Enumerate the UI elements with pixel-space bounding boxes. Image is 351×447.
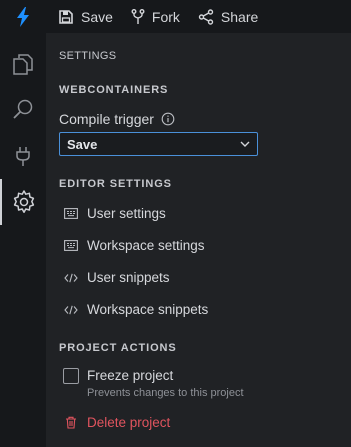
share-label: Share <box>220 8 259 25</box>
workspace-settings-item[interactable]: Workspace settings <box>63 238 205 253</box>
save-label: Save <box>81 8 113 25</box>
workspace-snippets-label: Workspace snippets <box>87 302 209 317</box>
delete-project-label: Delete project <box>87 415 171 430</box>
freeze-project-checkbox[interactable] <box>63 368 79 384</box>
fork-icon <box>131 8 145 24</box>
files-icon <box>13 54 33 75</box>
search-icon <box>13 99 33 119</box>
plug-icon <box>16 147 30 166</box>
workspace-settings-label: Workspace settings <box>87 238 205 253</box>
section-project-actions: PROJECT ACTIONS <box>59 342 177 354</box>
save-icon <box>59 9 73 24</box>
user-snippets-label: User snippets <box>87 270 170 285</box>
workspace-snippets-item[interactable]: Workspace snippets <box>63 302 208 317</box>
section-editor-settings: EDITOR SETTINGS <box>59 178 172 190</box>
share-icon <box>198 8 214 25</box>
lightning-logo-icon[interactable] <box>0 0 46 33</box>
activity-search[interactable] <box>0 87 46 133</box>
activity-explorer[interactable] <box>0 41 46 87</box>
delete-project-button[interactable]: Delete project <box>63 415 170 430</box>
save-button[interactable]: Save <box>58 0 113 33</box>
compile-trigger-text: Compile trigger <box>59 111 154 127</box>
code-icon <box>64 273 78 282</box>
trash-icon <box>66 416 76 429</box>
chevron-down-icon <box>240 141 250 147</box>
user-settings-label: User settings <box>87 206 166 221</box>
gear-icon <box>13 190 35 213</box>
freeze-project-description: Prevents changes to this project <box>87 387 244 399</box>
activity-settings[interactable] <box>0 179 46 225</box>
user-settings-item[interactable]: User settings <box>63 206 166 221</box>
keyboard-icon <box>64 240 78 251</box>
settings-panel: SETTINGS WEBCONTAINERS Compile trigger S… <box>46 33 351 447</box>
freeze-project-label[interactable]: Freeze project <box>87 368 173 383</box>
info-icon[interactable] <box>161 112 175 126</box>
share-button[interactable]: Share <box>198 0 258 33</box>
activity-bar <box>0 33 46 447</box>
section-webcontainers: WEBCONTAINERS <box>59 84 169 96</box>
fork-label: Fork <box>151 8 180 25</box>
keyboard-icon <box>64 208 78 219</box>
activity-ports[interactable] <box>0 133 46 179</box>
compile-trigger-label: Compile trigger <box>59 111 175 127</box>
panel-title: SETTINGS <box>59 50 117 62</box>
compile-trigger-value: Save <box>67 136 98 152</box>
compile-trigger-select[interactable]: Save <box>59 132 258 156</box>
user-snippets-item[interactable]: User snippets <box>63 270 170 285</box>
top-toolbar: Save Fork Share <box>0 0 351 33</box>
code-icon <box>64 305 78 314</box>
fork-button[interactable]: Fork <box>131 0 180 33</box>
